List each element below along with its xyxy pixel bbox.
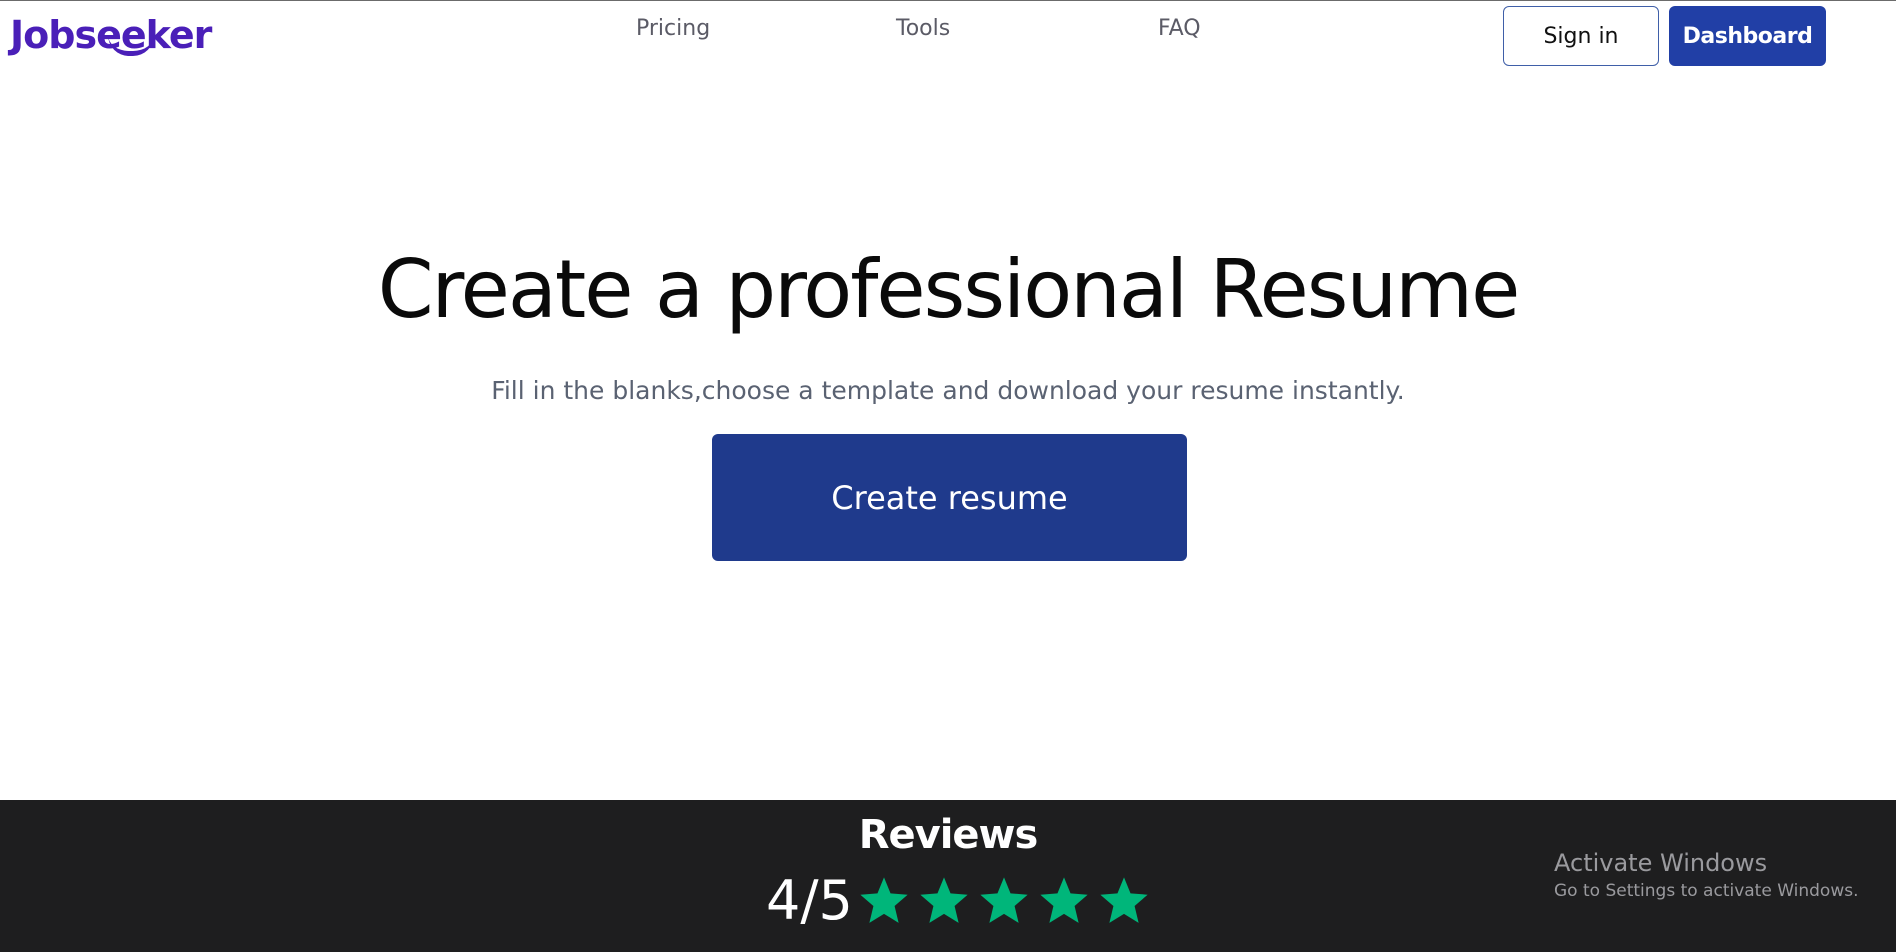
activate-windows-watermark: Activate Windows Go to Settings to activ… [1554, 847, 1859, 903]
activate-windows-title: Activate Windows [1554, 849, 1768, 877]
rating-row: 4/5 [766, 866, 1157, 936]
star-icon [1100, 877, 1148, 923]
star-icon [860, 877, 908, 923]
create-resume-button[interactable]: Create resume [712, 434, 1187, 561]
activate-windows-subtitle: Go to Settings to activate Windows. [1554, 881, 1859, 901]
nav-faq[interactable]: FAQ [1158, 13, 1201, 45]
page: Jobseeker Pricing Tools FAQ Sign in Dash… [0, 0, 1896, 952]
star-icon [1040, 877, 1088, 923]
hero-subtitle: Fill in the blanks,choose a template and… [491, 376, 1405, 405]
rating-stars [857, 874, 1157, 928]
dashboard-button[interactable]: Dashboard [1669, 6, 1826, 66]
nav-tools[interactable]: Tools [896, 13, 950, 45]
reviews-section: Reviews 4/5 Activate Windows Go to Setti… [0, 800, 1896, 952]
sign-in-button[interactable]: Sign in [1503, 6, 1659, 66]
star-icon [980, 877, 1028, 923]
star-icon [920, 877, 968, 923]
jobseeker-logo[interactable]: Jobseeker [10, 11, 212, 59]
rating-value: 4/5 [766, 869, 853, 932]
nav-pricing[interactable]: Pricing [636, 13, 710, 45]
hero-title: Create a professional Resume [377, 243, 1521, 336]
